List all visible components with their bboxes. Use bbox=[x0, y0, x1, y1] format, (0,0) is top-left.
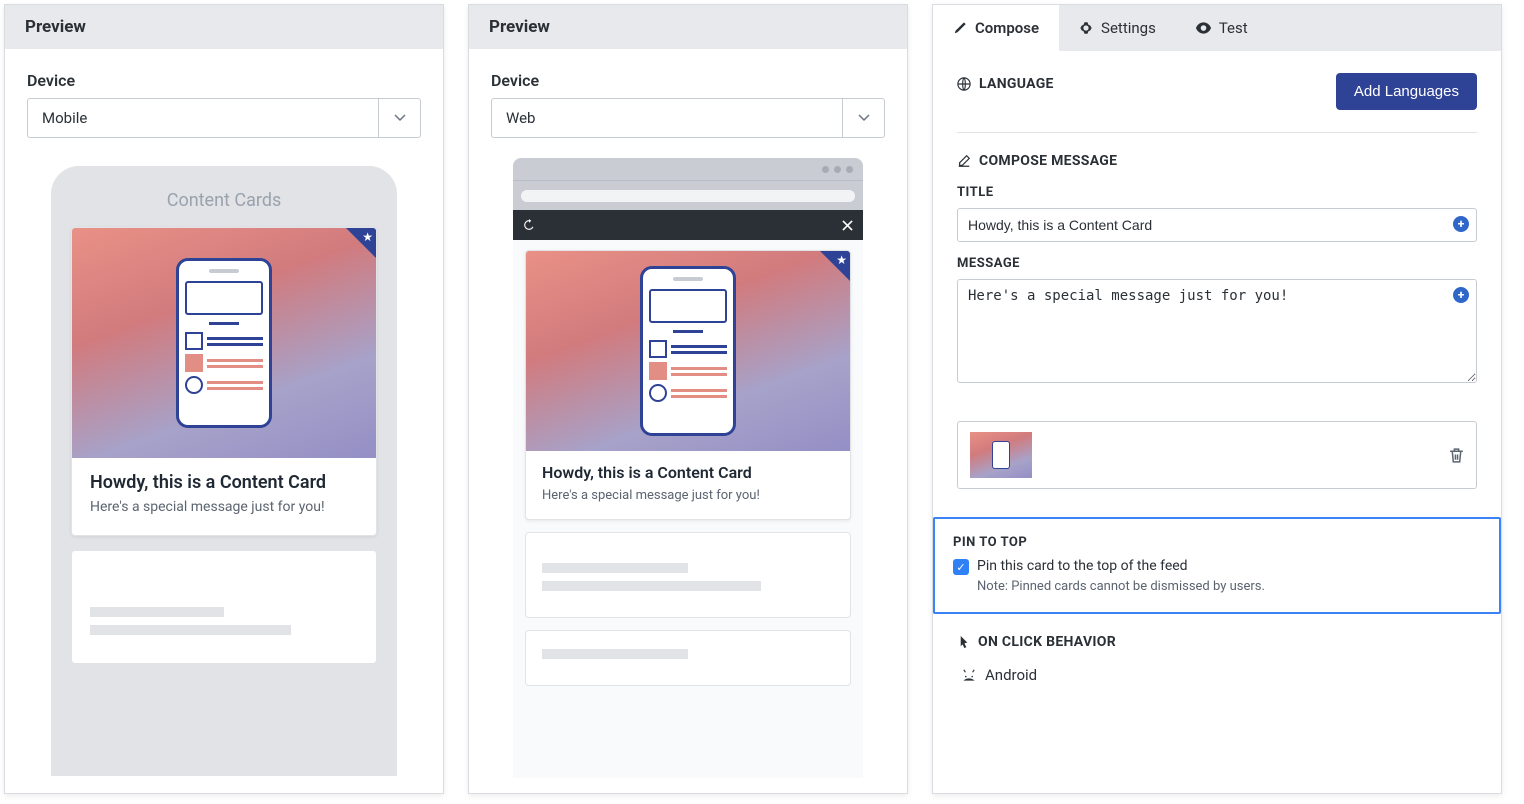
pin-note: Note: Pinned cards cannot be dismissed b… bbox=[977, 579, 1481, 594]
cursor-icon bbox=[957, 635, 970, 650]
add-languages-button[interactable]: Add Languages bbox=[1336, 73, 1477, 110]
browser-toolbar bbox=[513, 180, 863, 210]
preview-panel-web: Preview Device Web bbox=[468, 4, 908, 794]
platform-android: Android bbox=[961, 666, 1477, 684]
placeholder-card bbox=[525, 532, 851, 618]
device-label: Device bbox=[27, 71, 421, 90]
tab-label: Compose bbox=[975, 19, 1039, 37]
card-title: Howdy, this is a Content Card bbox=[542, 463, 834, 482]
device-select[interactable]: Web bbox=[491, 98, 885, 138]
browser-chrome bbox=[513, 158, 863, 180]
compose-heading: COMPOSE MESSAGE bbox=[957, 153, 1477, 169]
tab-test[interactable]: Test bbox=[1176, 5, 1268, 51]
card-message: Here's a special message just for you! bbox=[90, 499, 358, 515]
content-card: ★ Howdy, this is a Content Card Here's bbox=[525, 250, 851, 520]
trash-icon[interactable] bbox=[1449, 447, 1464, 464]
browser-preview: ★ Howdy, this is a Content Card Here's bbox=[513, 158, 863, 778]
phone-title: Content Cards bbox=[63, 178, 385, 227]
section-label: ON CLICK BEHAVIOR bbox=[978, 634, 1116, 650]
platform-label: Android bbox=[985, 666, 1037, 684]
pencil-icon bbox=[953, 21, 967, 35]
edit-icon bbox=[957, 154, 971, 168]
pin-checkbox-label: Pin this card to the top of the feed bbox=[977, 558, 1188, 574]
panel-header: Preview bbox=[469, 5, 907, 49]
placeholder-card bbox=[71, 550, 377, 664]
card-image: ★ bbox=[72, 228, 376, 458]
placeholder-card bbox=[525, 630, 851, 686]
panel-header: Preview bbox=[5, 5, 443, 49]
language-heading: LANGUAGE bbox=[957, 76, 1054, 92]
phone-preview: Content Cards ★ bbox=[51, 166, 397, 776]
message-label: MESSAGE bbox=[957, 256, 1477, 271]
device-select[interactable]: Mobile bbox=[27, 98, 421, 138]
thumbnail[interactable] bbox=[970, 432, 1032, 478]
close-icon[interactable] bbox=[842, 220, 853, 231]
android-icon bbox=[961, 669, 977, 681]
globe-icon bbox=[957, 77, 971, 91]
pin-checkbox[interactable]: ✓ bbox=[953, 559, 969, 575]
device-label: Device bbox=[491, 71, 885, 90]
pin-heading: PIN TO TOP bbox=[953, 535, 1481, 550]
message-input[interactable] bbox=[957, 279, 1477, 383]
preview-panel-mobile: Preview Device Mobile Content Cards ★ bbox=[4, 4, 444, 794]
section-label: COMPOSE MESSAGE bbox=[979, 153, 1117, 169]
refresh-icon[interactable] bbox=[523, 219, 535, 231]
pin-to-top-section: PIN TO TOP ✓ Pin this card to the top of… bbox=[933, 517, 1501, 614]
content-card: ★ Howdy, this is a Content Card Here's bbox=[71, 227, 377, 536]
chevron-down-icon bbox=[378, 99, 420, 137]
image-attachment bbox=[957, 421, 1477, 489]
eye-icon bbox=[1196, 22, 1211, 34]
gear-icon bbox=[1079, 21, 1093, 35]
chevron-down-icon bbox=[842, 99, 884, 137]
section-label: LANGUAGE bbox=[979, 76, 1054, 92]
feed-header bbox=[513, 210, 863, 240]
title-input[interactable] bbox=[957, 208, 1477, 242]
card-message: Here's a special message just for you! bbox=[542, 488, 834, 503]
on-click-heading: ON CLICK BEHAVIOR bbox=[957, 634, 1477, 650]
tab-settings[interactable]: Settings bbox=[1059, 5, 1176, 51]
tab-compose[interactable]: Compose bbox=[933, 5, 1059, 51]
card-image: ★ bbox=[526, 251, 850, 451]
device-value: Web bbox=[492, 109, 842, 127]
card-title: Howdy, this is a Content Card bbox=[90, 472, 358, 493]
compose-panel: Compose Settings Test LANGUAGE Add Langu… bbox=[932, 4, 1502, 794]
star-icon: ★ bbox=[362, 230, 373, 244]
star-icon: ★ bbox=[836, 253, 847, 267]
tab-label: Test bbox=[1219, 19, 1248, 37]
title-label: TITLE bbox=[957, 185, 1477, 200]
tabs: Compose Settings Test bbox=[933, 5, 1501, 51]
device-value: Mobile bbox=[28, 109, 378, 127]
tab-label: Settings bbox=[1101, 19, 1156, 37]
add-personalization-icon[interactable]: + bbox=[1453, 216, 1469, 232]
add-personalization-icon[interactable]: + bbox=[1453, 287, 1469, 303]
